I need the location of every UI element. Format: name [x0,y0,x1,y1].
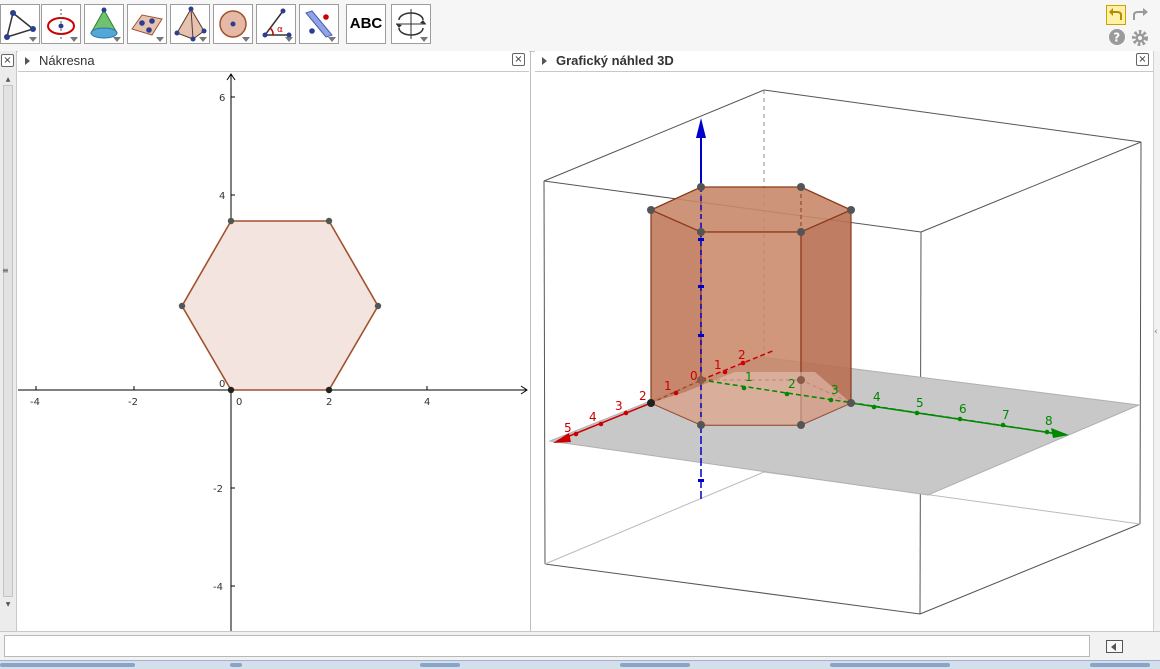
y-axis-label: 2 [788,377,796,391]
plane-through-points-tool-button[interactable] [127,4,167,44]
settings-gear-icon [1132,30,1148,46]
vertex-point[interactable] [374,302,382,310]
x-axis-label: 2 [738,348,746,362]
text-icon: ABC [349,15,383,32]
right-side-strip: ‹ [1153,51,1160,631]
x-tick-label: 2 [326,397,332,408]
vertex-point[interactable] [325,386,333,394]
graphics-view-3d[interactable]: 1 2 3 4 5 6 7 8 5 4 3 2 1 0 1 2 [535,72,1153,631]
undo-button[interactable] [1106,5,1126,25]
reflect-tool-button[interactable] [299,4,339,44]
angle-tool-button[interactable]: α [256,4,296,44]
vertex-point[interactable] [797,421,805,429]
hexagon-polygon[interactable] [181,220,379,391]
pyramid-tool-button[interactable] [170,4,210,44]
redo-icon [1133,8,1148,20]
vertex-point[interactable] [325,217,333,225]
settings-button[interactable] [1130,28,1150,48]
expand-arrow-icon[interactable] [25,57,30,65]
undo-icon [1109,8,1122,20]
scroll-down-icon[interactable]: ▼ [4,601,12,609]
close-graphics-panel-icon[interactable]: × [512,53,525,66]
text-tool-button[interactable]: ABC [346,4,386,44]
panel-divider[interactable] [530,51,531,631]
input-bar [0,631,1160,660]
input-field[interactable] [4,635,1090,657]
x-axis-label: 1 [664,379,672,393]
y-tick-label: 6 [219,93,225,104]
x-axis-label: 5 [564,421,572,435]
y-axis-label: 7 [1002,408,1010,422]
vertex-point[interactable] [797,183,805,191]
x-axis-label: 1 [714,358,722,372]
help-button[interactable]: ? [1108,28,1128,48]
cylinder-section-tool-button[interactable] [41,4,81,44]
x-tick-label: 0 [236,397,242,408]
vertex-point[interactable] [227,217,235,225]
vertex-point[interactable] [847,206,855,214]
graphics3d-panel-title: Grafický náhled 3D [556,53,674,68]
y-tick-label: -2 [213,484,223,495]
collapse-handle-icon[interactable]: ‹ [1154,327,1158,337]
vertex-point[interactable] [847,399,855,407]
splitter-handle-icon[interactable]: ≡ [2,266,10,276]
svg-text:α: α [277,25,283,35]
vertex-point[interactable] [697,421,705,429]
vertex-point[interactable] [697,183,705,191]
y-axis-label: 1 [745,370,753,384]
cone-tool-button[interactable] [84,4,124,44]
x-tick-label: -4 [30,397,40,408]
expand-arrow-icon[interactable] [542,57,547,65]
y-axis-label: 6 [959,402,967,416]
redo-button[interactable] [1130,5,1150,25]
help-icon: ? [1109,29,1125,45]
close-icon[interactable]: × [1,54,14,67]
y-tick-label: -4 [213,582,223,593]
graphics-view-2d[interactable]: -4 -2 0 2 4 6 4 2 0 -2 -4 [18,72,529,631]
scroll-up-icon[interactable]: ▲ [4,76,12,84]
y-axis-label: 4 [873,390,881,404]
left-side-panel: × ▲ ≡ ▼ [0,51,17,631]
graphics-panel-title: Nákresna [39,53,95,68]
svg-text:?: ? [1113,31,1120,45]
graphics-panel-header: Nákresna × [18,51,529,72]
vertex-point[interactable] [647,399,655,407]
vertex-point[interactable] [797,376,805,384]
x-axis-label: 0 [690,369,698,383]
os-taskbar [0,660,1160,669]
x-axis-label: 2 [639,389,647,403]
vertex-point[interactable] [227,386,235,394]
x-axis-label: 4 [589,410,597,424]
vertex-point[interactable] [178,302,186,310]
sphere-tool-button[interactable] [213,4,253,44]
input-help-button[interactable] [1106,640,1123,653]
vertex-point[interactable] [697,228,705,236]
y-axis-label: 3 [831,383,839,397]
vertex-point[interactable] [797,228,805,236]
graphics-2d-canvas[interactable]: -4 -2 0 2 4 6 4 2 0 -2 -4 [18,72,529,631]
move-tool-button[interactable] [0,4,40,44]
graphics-3d-canvas[interactable]: 1 2 3 4 5 6 7 8 5 4 3 2 1 0 1 2 [535,72,1153,631]
vertex-point[interactable] [697,376,705,384]
toolbar: α ABC ? [0,0,1160,52]
close-graphics3d-panel-icon[interactable]: × [1136,53,1149,66]
x-axis-label: 3 [615,399,623,413]
y-tick-label: 0 [219,379,225,390]
x-tick-label: -2 [128,397,138,408]
y-axis-label: 5 [916,396,924,410]
rotate-view-tool-button[interactable] [391,4,431,44]
y-tick-label: 4 [219,191,225,202]
vertical-scrollbar[interactable]: ▲ ≡ ▼ [2,76,13,608]
graphics3d-panel-header: Grafický náhled 3D × [535,51,1153,72]
x-tick-label: 4 [424,397,430,408]
y-axis-label: 8 [1045,414,1053,428]
hexagonal-prism[interactable] [649,186,853,426]
vertex-point[interactable] [647,206,655,214]
input-help-icon [1111,643,1116,651]
